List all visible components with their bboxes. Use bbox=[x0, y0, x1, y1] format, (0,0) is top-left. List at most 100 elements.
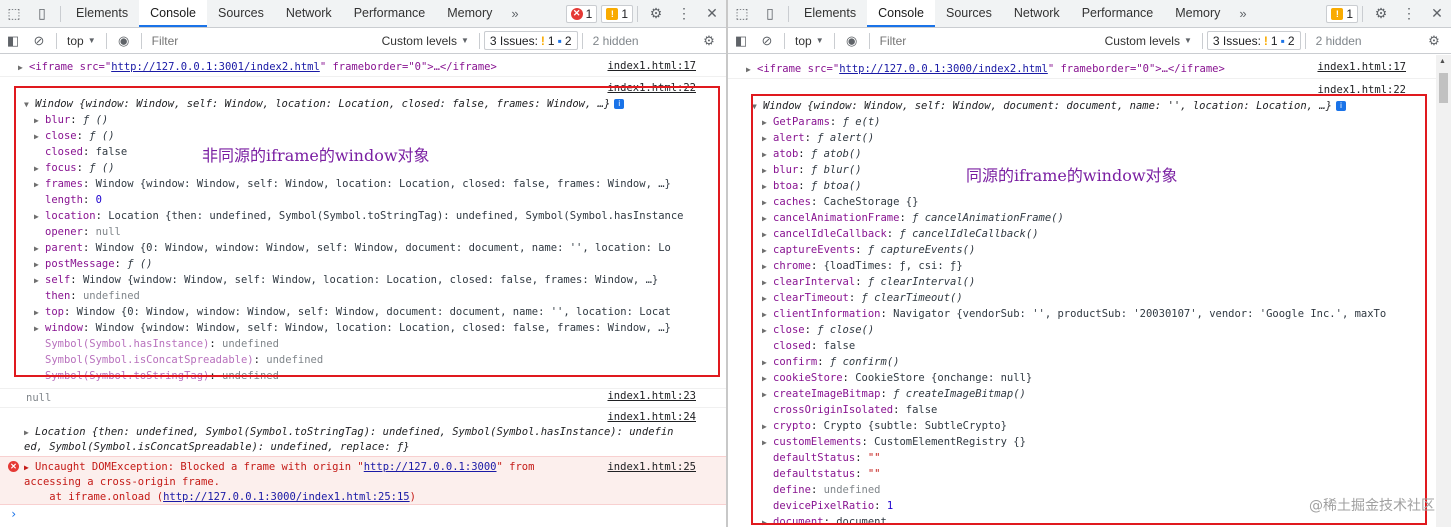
error-line-1[interactable]: ▶ Uncaught DOMException: Blocked a frame … bbox=[24, 459, 534, 475]
collapse-triangle-icon[interactable]: ▼ bbox=[752, 99, 763, 115]
gear-icon[interactable]: ⚙ bbox=[696, 28, 722, 53]
device-toolbar-icon[interactable]: ▯ bbox=[28, 0, 56, 27]
tab-sources[interactable]: Sources bbox=[935, 0, 1003, 27]
expand-triangle-icon[interactable]: ▶ bbox=[762, 307, 773, 323]
inspect-icon[interactable]: ⬚ bbox=[728, 0, 756, 27]
close-icon[interactable]: ✕ bbox=[1423, 0, 1451, 27]
expand-triangle-icon[interactable]: ▶ bbox=[762, 163, 773, 179]
source-link[interactable]: index1.html:22 bbox=[607, 80, 696, 96]
expand-triangle-icon[interactable]: ▶ bbox=[34, 129, 45, 145]
property-row[interactable]: ▶ window: Window {window: Window, self: W… bbox=[34, 320, 671, 336]
expand-triangle-icon[interactable]: ▶ bbox=[762, 387, 773, 403]
more-tabs-button[interactable]: » bbox=[1231, 6, 1254, 21]
stack-link[interactable]: http://127.0.0.1:3000/index1.html:25:15 bbox=[163, 491, 410, 503]
tab-console[interactable]: Console bbox=[867, 0, 935, 27]
expand-triangle-icon[interactable]: ▶ bbox=[34, 161, 45, 177]
expand-triangle-icon[interactable]: ▶ bbox=[746, 62, 757, 78]
collapse-triangle-icon[interactable]: ▼ bbox=[24, 97, 35, 113]
filter-input[interactable] bbox=[145, 30, 376, 51]
source-link[interactable]: index1.html:22 bbox=[1317, 82, 1406, 98]
kebab-menu-icon[interactable]: ⋮ bbox=[670, 0, 698, 27]
tab-network[interactable]: Network bbox=[275, 0, 343, 27]
levels-dropdown[interactable]: Custom levels ▼ bbox=[1099, 34, 1198, 48]
property-row[interactable]: ▶ document: document bbox=[762, 514, 887, 527]
context-selector[interactable]: top ▼ bbox=[61, 34, 102, 48]
tab-network[interactable]: Network bbox=[1003, 0, 1071, 27]
sidebar-toggle-icon[interactable]: ◧ bbox=[728, 28, 754, 53]
iframe-log-line[interactable]: ▶ <iframe src="http://127.0.0.1:3000/inde… bbox=[746, 61, 1225, 77]
property-row[interactable]: ▶ focus: ƒ () bbox=[34, 160, 115, 176]
close-icon[interactable]: ✕ bbox=[698, 0, 726, 27]
expand-triangle-icon[interactable]: ▶ bbox=[762, 195, 773, 211]
expand-triangle-icon[interactable]: ▶ bbox=[762, 275, 773, 291]
expand-triangle-icon[interactable]: ▶ bbox=[34, 305, 45, 321]
tab-performance[interactable]: Performance bbox=[343, 0, 437, 27]
expand-triangle-icon[interactable]: ▶ bbox=[34, 273, 45, 289]
expand-triangle-icon[interactable]: ▶ bbox=[18, 60, 29, 76]
expand-triangle-icon[interactable]: ▶ bbox=[34, 257, 45, 273]
source-link[interactable]: index1.html:24 bbox=[607, 409, 696, 425]
iframe-src-link[interactable]: http://127.0.0.1:3001/index2.html bbox=[111, 61, 320, 73]
kebab-menu-icon[interactable]: ⋮ bbox=[1395, 0, 1423, 27]
source-link[interactable]: index1.html:23 bbox=[607, 388, 696, 404]
location-log-line[interactable]: ▶ Location {then: undefined, Symbol(Symbo… bbox=[24, 424, 673, 440]
property-row[interactable]: ▶ createImageBitmap: ƒ createImageBitmap(… bbox=[762, 386, 1026, 402]
issues-badge[interactable]: 3 Issues:! 1 ▪ 2 bbox=[1206, 31, 1301, 50]
property-row[interactable]: ▶ postMessage: ƒ () bbox=[34, 256, 153, 272]
clear-console-icon[interactable]: ⊘ bbox=[754, 28, 780, 53]
expand-triangle-icon[interactable]: ▶ bbox=[762, 419, 773, 435]
gear-icon[interactable]: ⚙ bbox=[642, 0, 670, 27]
property-row[interactable]: ▶ atob: ƒ atob() bbox=[762, 146, 862, 162]
tab-memory[interactable]: Memory bbox=[436, 0, 503, 27]
warning-count-badge[interactable]: ! 1 bbox=[1326, 4, 1358, 23]
iframe-log-line[interactable]: ▶ <iframe src="http://127.0.0.1:3001/inde… bbox=[18, 59, 497, 75]
property-row[interactable]: ▶ self: Window {window: Window, self: Win… bbox=[34, 272, 658, 288]
source-link[interactable]: index1.html:25 bbox=[607, 459, 696, 475]
property-row[interactable]: ▶ clearInterval: ƒ clearInterval() bbox=[762, 274, 975, 290]
property-row[interactable]: ▶ cancelAnimationFrame: ƒ cancelAnimation… bbox=[762, 210, 1064, 226]
filter-input[interactable] bbox=[873, 30, 1099, 51]
expand-triangle-icon[interactable]: ▶ bbox=[762, 259, 773, 275]
source-link[interactable]: index1.html:17 bbox=[607, 58, 696, 74]
property-row[interactable]: ▶ clientInformation: Navigator {vendorSub… bbox=[762, 306, 1386, 322]
property-row[interactable]: ▶ close: ƒ close() bbox=[762, 322, 874, 338]
property-row[interactable]: ▶ cookieStore: CookieStore {onchange: nul… bbox=[762, 370, 1032, 386]
property-row[interactable]: ▶ crypto: Crypto {subtle: SubtleCrypto} bbox=[762, 418, 1007, 434]
property-row[interactable]: ▶ top: Window {0: Window, window: Window,… bbox=[34, 304, 671, 320]
expand-triangle-icon[interactable]: ▶ bbox=[762, 179, 773, 195]
expand-triangle-icon[interactable]: ▶ bbox=[762, 371, 773, 387]
tab-elements[interactable]: Elements bbox=[793, 0, 867, 27]
eye-icon[interactable]: ◉ bbox=[839, 28, 865, 53]
expand-triangle-icon[interactable]: ▶ bbox=[762, 323, 773, 339]
property-row[interactable]: ▶ alert: ƒ alert() bbox=[762, 130, 874, 146]
context-selector[interactable]: top ▼ bbox=[789, 34, 830, 48]
inspect-icon[interactable]: ⬚ bbox=[0, 0, 28, 27]
property-row[interactable]: ▶ location: Location {then: undefined, Sy… bbox=[34, 208, 684, 224]
eye-icon[interactable]: ◉ bbox=[111, 28, 137, 53]
more-tabs-button[interactable]: » bbox=[503, 6, 526, 21]
vertical-scrollbar[interactable]: ▲ bbox=[1436, 55, 1451, 527]
property-row[interactable]: ▶ GetParams: ƒ e(t) bbox=[762, 114, 881, 130]
property-row[interactable]: ▶ chrome: {loadTimes: ƒ, csi: ƒ} bbox=[762, 258, 963, 274]
property-row[interactable]: ▶ parent: Window {0: Window, window: Wind… bbox=[34, 240, 671, 256]
expand-triangle-icon[interactable]: ▶ bbox=[762, 147, 773, 163]
expand-triangle-icon[interactable]: ▶ bbox=[762, 243, 773, 259]
property-row[interactable]: ▶ clearTimeout: ƒ clearTimeout() bbox=[762, 290, 963, 306]
expand-triangle-icon[interactable]: ▶ bbox=[762, 115, 773, 131]
scroll-thumb[interactable] bbox=[1439, 73, 1448, 103]
levels-dropdown[interactable]: Custom levels ▼ bbox=[376, 34, 475, 48]
device-toolbar-icon[interactable]: ▯ bbox=[756, 0, 784, 27]
property-row[interactable]: ▶ close: ƒ () bbox=[34, 128, 115, 144]
expand-triangle-icon[interactable]: ▶ bbox=[34, 209, 45, 225]
tab-elements[interactable]: Elements bbox=[65, 0, 139, 27]
tab-console[interactable]: Console bbox=[139, 0, 207, 27]
property-row[interactable]: ▶ blur: ƒ blur() bbox=[762, 162, 862, 178]
property-row[interactable]: ▶ confirm: ƒ confirm() bbox=[762, 354, 899, 370]
expand-triangle-icon[interactable]: ▶ bbox=[762, 227, 773, 243]
expand-triangle-icon[interactable]: ▶ bbox=[762, 211, 773, 227]
expand-triangle-icon[interactable]: ▶ bbox=[34, 113, 45, 129]
property-row[interactable]: ▶ cancelIdleCallback: ƒ cancelIdleCallbac… bbox=[762, 226, 1039, 242]
expand-triangle-icon[interactable]: ▶ bbox=[34, 241, 45, 257]
property-row[interactable]: ▶ customElements: CustomElementRegistry {… bbox=[762, 434, 1026, 450]
window-object-head[interactable]: ▼ Window {window: Window, self: Window, d… bbox=[752, 98, 1346, 114]
